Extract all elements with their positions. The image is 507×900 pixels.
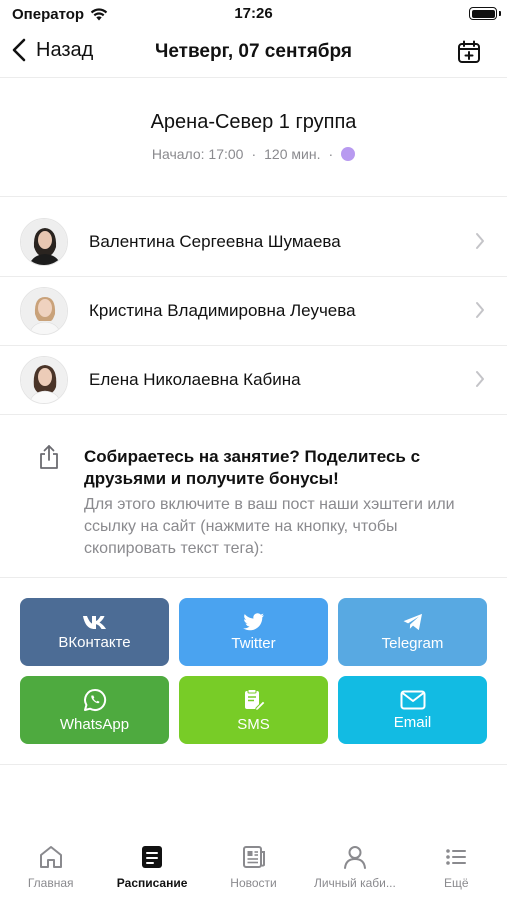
trainer-name: Елена Николаевна Кабина bbox=[89, 370, 301, 389]
home-icon bbox=[39, 846, 62, 868]
avatar bbox=[20, 287, 68, 335]
meta-separator: · bbox=[328, 146, 334, 162]
tab-schedule[interactable]: Расписание bbox=[101, 836, 202, 900]
add-calendar-button[interactable] bbox=[457, 40, 481, 69]
class-start-time: Начало: 17:00 bbox=[151, 146, 244, 162]
nav-bar: Назад Четверг, 07 сентября bbox=[0, 28, 507, 78]
class-name: Арена-Север 1 группа bbox=[150, 111, 357, 133]
trainer-name: Кристина Владимировна Леучева bbox=[89, 301, 356, 320]
tab-news[interactable]: Новости bbox=[203, 836, 304, 900]
trainer-name: Валентина Сергеевна Шумаева bbox=[89, 232, 341, 251]
tab-bar: Главная Расписание Новости Личный каби..… bbox=[0, 836, 507, 900]
share-vk-button[interactable]: ВКонтакте bbox=[20, 598, 169, 666]
share-whatsapp-button[interactable]: WhatsApp bbox=[20, 676, 169, 744]
tab-label: Ещё bbox=[444, 876, 469, 890]
share-twitter-button[interactable]: Twitter bbox=[179, 598, 328, 666]
share-button-label: SMS bbox=[237, 715, 270, 733]
share-button-label: Email bbox=[393, 713, 432, 731]
share-block: Собираетесь на занятие? Поделитесь с дру… bbox=[0, 430, 507, 578]
share-buttons: ВКонтакте Twitter Telegram WhatsApp SMS bbox=[20, 598, 487, 744]
share-button-label: ВКонтакте bbox=[58, 633, 131, 651]
vk-icon bbox=[82, 615, 106, 629]
news-icon bbox=[242, 846, 265, 868]
share-description: Для этого включите в ваш пост наши хэште… bbox=[84, 496, 455, 557]
share-button-label: WhatsApp bbox=[59, 715, 130, 733]
schedule-icon bbox=[142, 846, 163, 868]
share-title: Собираетесь на занятие? Поделитесь с дру… bbox=[84, 447, 421, 488]
share-button-label: Twitter bbox=[231, 634, 276, 652]
profile-icon bbox=[343, 846, 366, 869]
calendar-add-icon bbox=[458, 40, 480, 63]
avatar bbox=[20, 356, 68, 404]
email-icon bbox=[400, 690, 425, 709]
chevron-right-icon bbox=[476, 233, 484, 249]
twitter-icon bbox=[242, 612, 264, 630]
class-duration: 120 мин. bbox=[264, 146, 321, 162]
class-info: Арена-Север 1 группа Начало: 17:00 · 120… bbox=[0, 79, 507, 197]
tab-home[interactable]: Главная bbox=[0, 836, 101, 900]
trainer-row[interactable]: Валентина Сергеевна Шумаева bbox=[0, 208, 507, 277]
tab-label: Расписание bbox=[116, 876, 188, 890]
tab-label: Главная bbox=[27, 876, 74, 890]
class-color-dot bbox=[341, 147, 356, 161]
trainer-row[interactable]: Кристина Владимировна Леучева bbox=[0, 277, 507, 346]
share-sms-button[interactable]: SMS bbox=[179, 676, 328, 744]
tab-more[interactable]: Ещё bbox=[406, 836, 507, 900]
share-email-button[interactable]: Email bbox=[338, 676, 487, 744]
back-button[interactable]: Назад bbox=[12, 38, 93, 62]
share-icon bbox=[40, 445, 58, 469]
chevron-left-icon bbox=[12, 38, 26, 62]
whatsapp-icon bbox=[83, 688, 106, 711]
more-icon bbox=[446, 849, 467, 865]
back-label: Назад bbox=[36, 38, 94, 61]
trainer-list: Валентина Сергеевна Шумаева Кристина Вла… bbox=[0, 208, 507, 415]
trainer-row[interactable]: Елена Николаевна Кабина bbox=[0, 346, 507, 415]
status-time: 17:26 bbox=[234, 5, 273, 22]
tab-profile[interactable]: Личный каби... bbox=[304, 836, 405, 900]
class-meta: Начало: 17:00 · 120 мин. · bbox=[0, 146, 507, 162]
share-telegram-button[interactable]: Telegram bbox=[338, 598, 487, 666]
status-bar: Оператор 17:26 bbox=[0, 0, 507, 28]
page-title: Четверг, 07 сентября bbox=[155, 41, 352, 62]
battery-tip bbox=[499, 11, 501, 16]
chevron-right-icon bbox=[476, 302, 484, 318]
meta-separator: · bbox=[251, 146, 257, 162]
chevron-right-icon bbox=[476, 371, 484, 387]
divider bbox=[0, 764, 507, 765]
tab-label: Новости bbox=[230, 876, 277, 890]
sms-icon bbox=[244, 688, 266, 711]
battery-icon bbox=[469, 7, 497, 20]
avatar bbox=[20, 218, 68, 266]
share-button-label: Telegram bbox=[381, 634, 444, 652]
tab-label: Личный каби... bbox=[313, 876, 396, 890]
telegram-icon bbox=[403, 613, 422, 630]
